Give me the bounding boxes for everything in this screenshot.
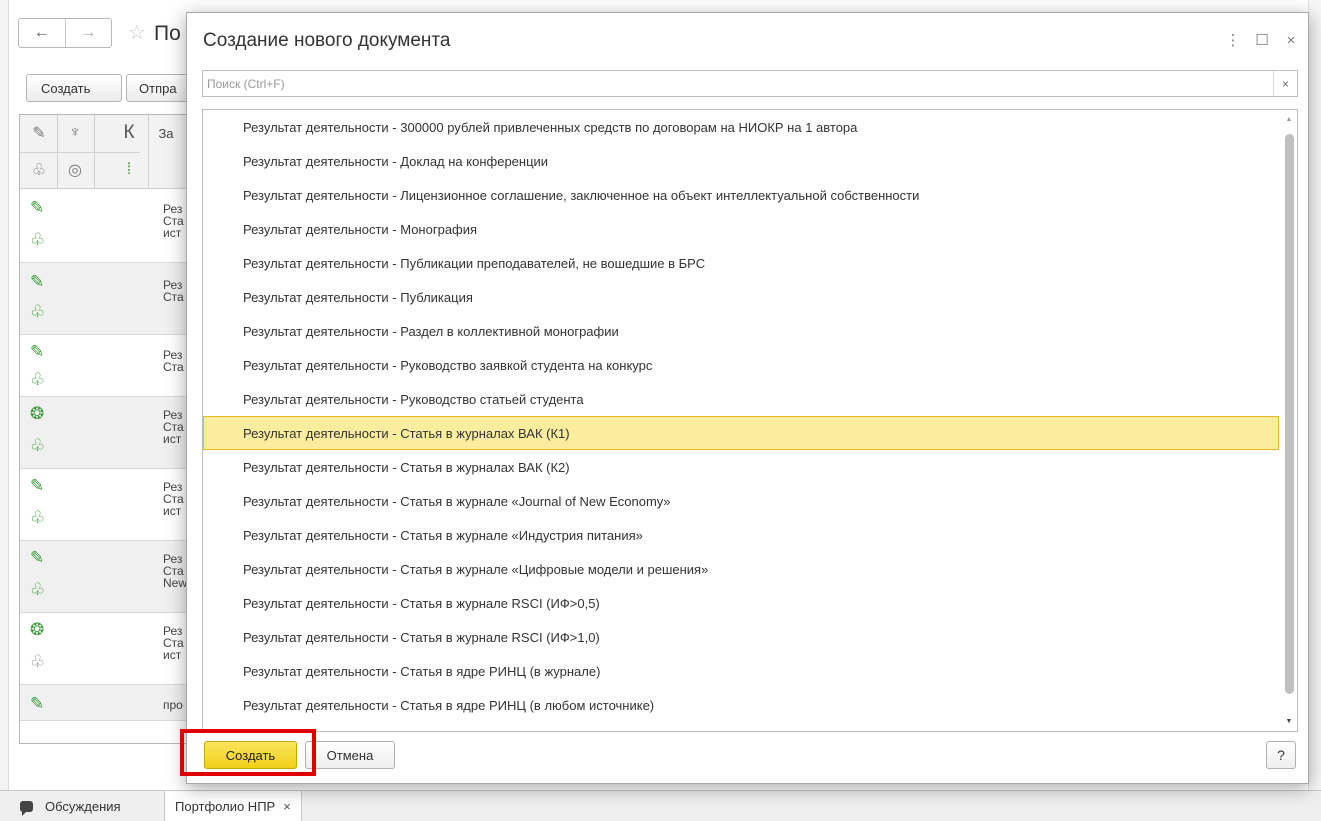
list-item[interactable]: Результат деятельности - Статья в ядре Р… — [203, 688, 1279, 722]
favorite-star-icon[interactable]: ☆ — [128, 22, 146, 44]
attachment-column-icon[interactable]: ✎ — [24, 115, 54, 151]
close-icon[interactable]: × — [1282, 33, 1300, 49]
title-column-header[interactable]: За — [146, 115, 186, 151]
left-panel-edge — [0, 0, 9, 790]
list-item[interactable]: Результат деятельности - Публикация — [203, 280, 1279, 314]
list-item-selected[interactable]: Результат деятельности - Статья в журнал… — [203, 416, 1279, 450]
table-row[interactable]: ❂ ♧ Рез Ста ист — [20, 397, 198, 469]
tab-portfolio-label: Портфолио НПР — [175, 798, 276, 814]
help-button[interactable]: ? — [1266, 741, 1296, 769]
k-column-label[interactable]: К — [114, 115, 144, 151]
paperclip-icon: ✎ — [30, 476, 45, 495]
create-document-dialog: Создание нового документа ⋮ ☐ × × Резуль… — [186, 12, 1309, 784]
people-icon: ♧ — [30, 370, 46, 389]
search-input[interactable] — [203, 71, 1273, 96]
list-item[interactable]: Результат деятельности - Руководство зая… — [203, 348, 1279, 382]
list-item[interactable]: Результат деятельности - 300000 рублей п… — [203, 110, 1279, 144]
dialog-title: Создание нового документа — [203, 30, 451, 51]
hierarchy-column-icon[interactable]: ♆ — [60, 115, 90, 151]
paperclip-icon: ✎ — [30, 198, 45, 217]
document-type-list: Результат деятельности - 300000 рублей п… — [202, 109, 1298, 732]
people-icon: ♧ — [30, 580, 46, 599]
clear-search-icon[interactable]: × — [1273, 71, 1297, 96]
paperclip-doc-icon: ❂ — [30, 620, 45, 639]
page-title: По — [154, 22, 181, 45]
table-header: ✎ ♆ К За ♧ ◎ ⁞ — [20, 115, 198, 189]
list-item[interactable]: Результат деятельности - Статья в журнал… — [203, 586, 1279, 620]
table-row[interactable]: ✎ ♧ Рез Ста ист — [20, 469, 198, 541]
table-row[interactable]: ✎ ♧ Рез Ста — [20, 335, 198, 397]
create-button-bg[interactable]: Создать — [26, 74, 122, 102]
table-row[interactable]: ✎ ♧ Рез Ста ист — [20, 189, 198, 263]
bottom-tab-bar: Обсуждения Портфолио НПР × — [0, 790, 1321, 821]
list-item[interactable]: Результат деятельности - Раздел в коллек… — [203, 314, 1279, 348]
scrollbar-thumb[interactable] — [1285, 134, 1294, 694]
people-icon: ♧ — [30, 508, 46, 527]
people-icon: ♧ — [30, 436, 46, 455]
history-navigation: ← → — [18, 18, 112, 48]
create-button[interactable]: Создать — [204, 741, 297, 769]
more-options-icon[interactable]: ⋮ — [1224, 33, 1242, 49]
paperclip-icon: ✎ — [30, 694, 45, 713]
list-item[interactable]: Результат деятельности - Статья в журнал… — [203, 450, 1279, 484]
tab-portfolio[interactable]: Портфолио НПР × — [164, 791, 302, 821]
list-scrollbar[interactable]: ▲ ▼ — [1280, 110, 1297, 731]
tab-discussions-label: Обсуждения — [45, 798, 121, 814]
right-panel-edge — [1308, 0, 1321, 790]
paperclip-icon: ✎ — [30, 548, 45, 567]
tab-discussions[interactable]: Обсуждения — [10, 791, 131, 821]
scroll-up-icon[interactable]: ▲ — [1280, 112, 1297, 126]
authors-column-icon[interactable]: ♧ — [24, 152, 54, 188]
documents-table: ✎ ♆ К За ♧ ◎ ⁞ ✎ ♧ Рез Ста ист ✎ ♧ Рез С… — [19, 114, 199, 744]
list-item[interactable]: Результат деятельности - Статья в журнал… — [203, 518, 1279, 552]
forward-arrow-icon[interactable]: → — [64, 19, 112, 47]
people-icon: ♧ — [30, 652, 46, 671]
list-item[interactable]: Результат деятельности - Публикации преп… — [203, 246, 1279, 280]
table-row[interactable]: ✎ ♧ Рез Ста New — [20, 541, 198, 613]
paperclip-doc-icon: ❂ — [30, 404, 45, 423]
tree-column-icon[interactable]: ⁞ — [114, 152, 144, 188]
status-column-icon[interactable]: ◎ — [60, 152, 90, 188]
paperclip-icon: ✎ — [30, 272, 45, 291]
list-item[interactable]: Результат деятельности - Статья в журнал… — [203, 552, 1279, 586]
list-item[interactable]: Результат деятельности - Монография — [203, 212, 1279, 246]
table-row[interactable]: ❂ ♧ Рез Ста ист — [20, 613, 198, 685]
scroll-down-icon[interactable]: ▼ — [1280, 714, 1297, 728]
people-icon: ♧ — [30, 230, 46, 249]
back-arrow-icon[interactable]: ← — [19, 19, 65, 47]
paperclip-icon: ✎ — [30, 342, 45, 361]
list-item[interactable]: Результат деятельности - Статья в журнал… — [203, 620, 1279, 654]
chat-bubble-icon — [20, 800, 33, 816]
close-tab-icon[interactable]: × — [283, 799, 291, 814]
list-item[interactable]: Результат деятельности - Лицензионное со… — [203, 178, 1279, 212]
search-box: × — [202, 70, 1298, 97]
list-item[interactable]: Результат деятельности - Доклад на конфе… — [203, 144, 1279, 178]
maximize-icon[interactable]: ☐ — [1253, 33, 1271, 49]
people-icon: ♧ — [30, 302, 46, 321]
list-item[interactable]: Результат деятельности - Статья в ядре Р… — [203, 654, 1279, 688]
table-row[interactable]: ✎ про — [20, 685, 198, 721]
list-item[interactable]: Результат деятельности - Статья в журнал… — [203, 484, 1279, 518]
list-item[interactable]: Результат деятельности - Руководство ста… — [203, 382, 1279, 416]
table-row[interactable]: ✎ ♧ Рез Ста — [20, 263, 198, 335]
cancel-button[interactable]: Отмена — [305, 741, 395, 769]
